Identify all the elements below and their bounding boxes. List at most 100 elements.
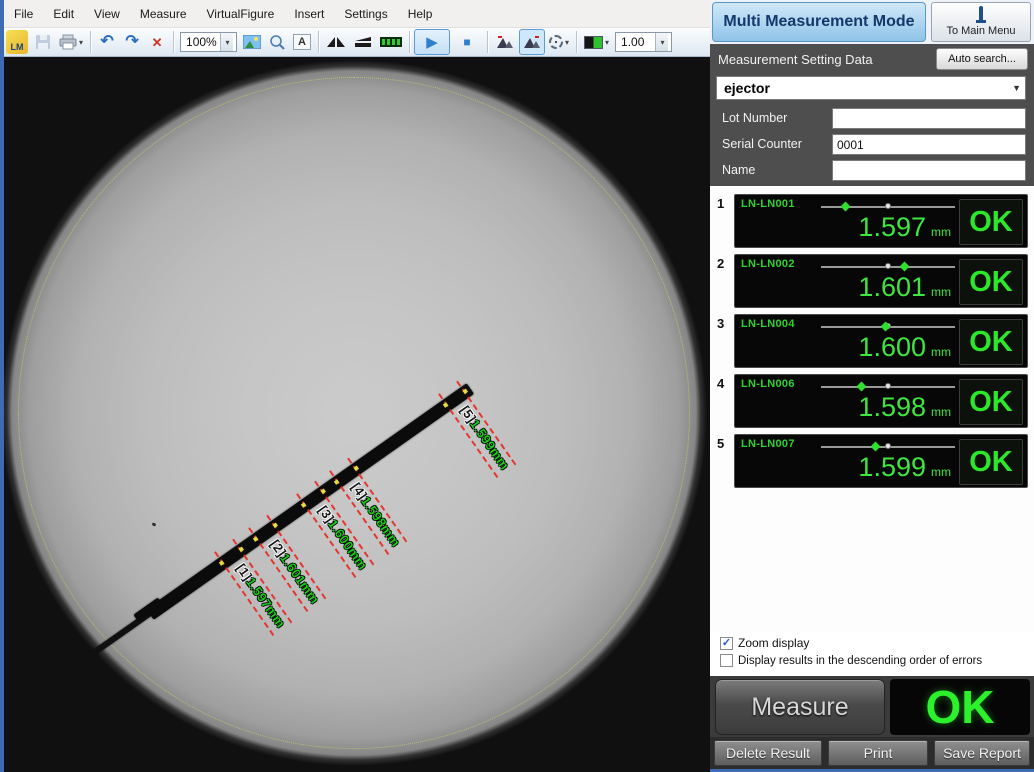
delete-button[interactable]: ✕ xyxy=(145,29,169,55)
field-of-view-ring xyxy=(18,77,690,749)
run-measurement-button[interactable]: ▶ xyxy=(414,29,450,55)
gauge-center-tick xyxy=(885,383,891,389)
delete-x-icon: ✕ xyxy=(152,36,163,49)
name-label: Name xyxy=(722,163,755,177)
printer-icon xyxy=(59,34,77,50)
menu-virtualfigure[interactable]: VirtualFigure xyxy=(197,1,285,27)
measured-value: 1.598mm xyxy=(858,392,951,423)
zoom-select[interactable]: 100% ▾ xyxy=(180,32,237,52)
flip-vertical-icon xyxy=(353,35,373,49)
result-box[interactable]: LN-LN001 1.597mm OK xyxy=(734,194,1028,248)
save-button[interactable] xyxy=(31,29,55,55)
gauge-value-marker xyxy=(870,442,880,452)
section-title: Measurement Setting Data xyxy=(718,52,873,67)
checkbox-icon[interactable] xyxy=(720,654,733,667)
menubar: File Edit View Measure VirtualFigure Ins… xyxy=(4,0,710,28)
measured-value: 1.599mm xyxy=(858,452,951,483)
magnifier-button[interactable] xyxy=(265,29,289,55)
measurement-name: LN-LN001 xyxy=(741,198,795,210)
status-badge: OK xyxy=(959,439,1023,485)
menu-file[interactable]: File xyxy=(4,1,43,27)
peak-detect-button[interactable] xyxy=(519,29,545,55)
menu-measure[interactable]: Measure xyxy=(130,1,197,27)
result-box[interactable]: LN-LN002 1.601mm OK xyxy=(734,254,1028,308)
gauge-value-marker xyxy=(841,202,851,212)
status-badge: OK xyxy=(959,379,1023,425)
toolbar-separator xyxy=(576,31,577,53)
gauge-value-marker xyxy=(900,262,910,272)
peak-detect-icon xyxy=(522,35,542,49)
lot-number-input[interactable] xyxy=(832,108,1026,129)
serial-counter-input[interactable] xyxy=(832,134,1026,155)
mode-title: Multi Measurement Mode xyxy=(712,2,926,42)
chevron-down-icon[interactable]: ▾ xyxy=(655,33,668,51)
result-box[interactable]: LN-LN007 1.599mm OK xyxy=(734,434,1028,488)
gauge-center-tick xyxy=(885,443,891,449)
print-button[interactable]: ▾ xyxy=(56,29,86,55)
gamma-select[interactable]: 1.00 ▾ xyxy=(615,32,672,52)
monitor-icon xyxy=(976,8,986,23)
flip-horizontal-button[interactable] xyxy=(323,29,349,55)
delete-result-button[interactable]: Delete Result xyxy=(714,740,822,766)
text-tool-button[interactable] xyxy=(290,29,314,55)
scale-bar-button[interactable] xyxy=(377,29,405,55)
chevron-down-icon: ▾ xyxy=(605,38,609,47)
tolerance-gauge xyxy=(821,326,955,328)
result-box[interactable]: LN-LN004 1.600mm OK xyxy=(734,314,1028,368)
focus-area-button[interactable]: ▾ xyxy=(546,29,572,55)
print-report-button[interactable]: Print xyxy=(828,740,928,766)
toolbar-separator xyxy=(90,31,91,53)
camera-view[interactable]: [1]1.597mm [2]1.601mm [3]1.600mm xyxy=(4,57,710,772)
lot-number-label: Lot Number xyxy=(722,111,787,125)
result-row-5: 5 LN-LN007 1.599mm OK xyxy=(710,434,1034,492)
flip-vertical-button[interactable] xyxy=(350,29,376,55)
result-row-2: 2 LN-LN002 1.601mm OK xyxy=(710,254,1034,312)
checkbox-icon[interactable] xyxy=(720,637,733,650)
color-extract-button[interactable]: ▾ xyxy=(581,29,612,55)
result-box[interactable]: LN-LN006 1.598mm OK xyxy=(734,374,1028,428)
chevron-down-icon[interactable]: ▾ xyxy=(220,33,233,51)
display-options: Zoom display Display results in the desc… xyxy=(710,632,1034,676)
menu-view[interactable]: View xyxy=(84,1,130,27)
results-list: 1 LN-LN001 1.597mm OK 2 LN-LN002 xyxy=(710,186,1034,632)
tolerance-gauge xyxy=(821,446,955,448)
image-settings-button[interactable] xyxy=(240,29,264,55)
menu-settings[interactable]: Settings xyxy=(334,1,397,27)
to-main-menu-button[interactable]: To Main Menu xyxy=(931,2,1031,42)
chevron-down-icon: ▾ xyxy=(79,38,83,47)
result-index: 1 xyxy=(717,196,724,211)
app-window: File Edit View Measure VirtualFigure Ins… xyxy=(0,0,1034,772)
tolerance-gauge xyxy=(821,266,955,268)
measured-value: 1.600mm xyxy=(858,332,951,363)
setting-data-select[interactable]: ejector ▼ xyxy=(716,76,1026,100)
menu-help[interactable]: Help xyxy=(398,1,443,27)
status-badge: OK xyxy=(959,259,1023,305)
measure-button[interactable]: Measure xyxy=(715,679,885,735)
gauge-center-tick xyxy=(885,263,891,269)
toolbar-separator xyxy=(318,31,319,53)
result-index: 5 xyxy=(717,436,724,451)
edge-detect-button[interactable] xyxy=(492,29,518,55)
stop-measurement-button[interactable]: ■ xyxy=(451,29,483,55)
name-input[interactable] xyxy=(832,160,1026,181)
sort-by-error-option[interactable]: Display results in the descending order … xyxy=(720,654,982,667)
status-badge: OK xyxy=(959,199,1023,245)
menu-insert[interactable]: Insert xyxy=(284,1,334,27)
undo-button[interactable]: ↶ xyxy=(95,29,119,55)
result-index: 2 xyxy=(717,256,724,271)
right-panel: Multi Measurement Mode To Main Menu Meas… xyxy=(710,0,1034,772)
stop-icon: ■ xyxy=(463,36,470,48)
measured-value: 1.601mm xyxy=(858,272,951,303)
edge-detect-icon xyxy=(495,35,515,49)
lot-number-row: Lot Number xyxy=(710,108,1034,130)
menu-edit[interactable]: Edit xyxy=(43,1,84,27)
toolbar-separator xyxy=(487,31,488,53)
result-row-3: 3 LN-LN004 1.600mm OK xyxy=(710,314,1034,372)
save-report-button[interactable]: Save Report xyxy=(934,740,1030,766)
zoom-display-option[interactable]: Zoom display xyxy=(720,636,809,650)
image-icon xyxy=(243,35,261,49)
redo-icon: ↷ xyxy=(125,34,138,50)
status-badge: OK xyxy=(959,319,1023,365)
redo-button[interactable]: ↷ xyxy=(120,29,144,55)
auto-search-button[interactable]: Auto search... xyxy=(936,48,1028,70)
